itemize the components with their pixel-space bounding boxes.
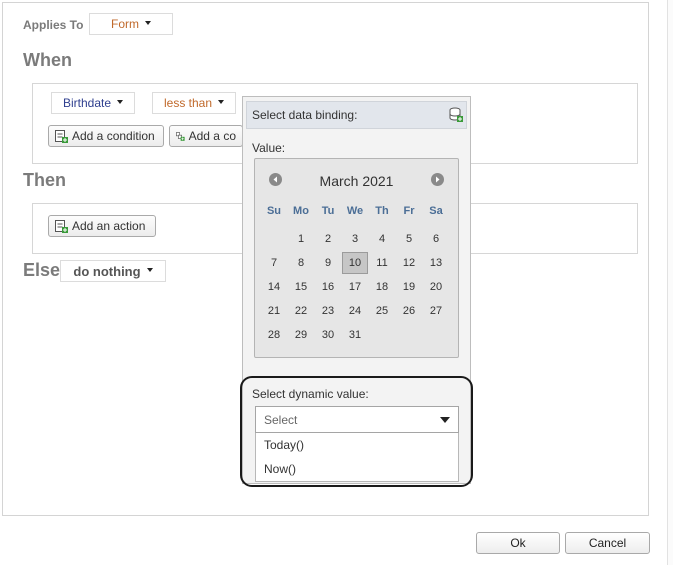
caret-down-icon [218,99,225,104]
dynamic-value-placeholder: Select [264,412,298,427]
caret-down-icon [145,20,151,25]
weekday-label: Th [375,205,389,217]
caret-down-icon [146,267,153,272]
else-heading: Else [23,260,61,280]
calendar-day[interactable]: 18 [369,276,395,298]
add-row-icon [55,219,68,233]
calendar-day[interactable]: 17 [342,276,368,298]
arrow-right-icon [436,176,440,183]
calendar-day[interactable]: 2 [315,228,341,250]
calendar-day[interactable]: 20 [423,276,449,298]
dynamic-value-label: Select dynamic value: [252,387,369,401]
add-action-label: Add an action [72,219,146,233]
condition-operator-dropdown[interactable]: less than [152,92,236,114]
window-edge [667,0,673,565]
weekday-label: We [346,205,364,217]
calendar-day [369,324,395,346]
calendar-day[interactable]: 4 [369,228,395,250]
dynamic-option-today[interactable]: Today() [256,433,458,457]
dynamic-option-now[interactable]: Now() [256,457,458,481]
calendar-day[interactable]: 25 [369,300,395,322]
calendar-day[interactable]: 19 [396,276,422,298]
cancel-button[interactable]: Cancel [565,532,650,554]
calendar-day[interactable]: 6 [423,228,449,250]
calendar-day[interactable]: 29 [288,324,314,346]
calendar-day[interactable]: 15 [288,276,314,298]
calendar-day[interactable]: 1 [288,228,314,250]
calendar-day[interactable]: 24 [342,300,368,322]
data-binding-label: Select data binding: [252,108,358,122]
calendar-day[interactable]: 21 [261,300,287,322]
add-condition-group-button[interactable]: Add a co [169,125,243,147]
weekday-label: Sa [429,205,443,217]
calendar-day[interactable]: 3 [342,228,368,250]
weekday-label: Fr [403,205,415,217]
calendar-day[interactable]: 16 [315,276,341,298]
when-heading: When [23,50,72,70]
calendar-days-grid: 1 2 3 4 5 6 7 8 9 10 11 12 13 14 15 16 1… [261,228,449,346]
weekday-label: Tu [321,205,335,217]
database-add-icon[interactable] [449,107,463,123]
ok-button[interactable]: Ok [476,532,560,554]
calendar-day[interactable]: 26 [396,300,422,322]
add-group-icon [176,131,185,141]
add-condition-label: Add a condition [72,129,155,143]
condition-operator-value: less than [163,96,213,110]
calendar-day[interactable]: 22 [288,300,314,322]
else-action-dropdown[interactable]: do nothing [60,260,166,282]
calendar-week-row: 21 22 23 24 25 26 27 [261,300,449,322]
next-month-button[interactable] [431,173,444,186]
calendar-day [423,324,449,346]
calendar-day[interactable]: 5 [396,228,422,250]
add-condition-group-label: Add a co [188,129,236,143]
calendar-day[interactable]: 14 [261,276,287,298]
value-label: Value: [252,141,286,155]
condition-field-dropdown[interactable]: Birthdate [51,92,135,114]
calendar-month-title: March 2021 [319,173,394,189]
weekday-header-row: Su Mo Tu We Th Fr Sa [261,205,449,217]
calendar-day[interactable]: 8 [288,252,314,274]
applies-to-value: Form [111,17,139,31]
calendar-day[interactable]: 12 [396,252,422,274]
dynamic-value-select[interactable]: Select [255,406,459,433]
calendar-week-row: 7 8 9 10 11 12 13 [261,252,449,274]
add-condition-button[interactable]: Add a condition [48,125,164,147]
calendar-day[interactable]: 30 [315,324,341,346]
calendar-day[interactable]: 28 [261,324,287,346]
else-action-value: do nothing [73,263,141,279]
then-heading: Then [23,170,66,190]
calendar-day[interactable]: 31 [342,324,368,346]
calendar-week-row: 1 2 3 4 5 6 [261,228,449,250]
calendar-day[interactable]: 9 [315,252,341,274]
weekday-label: Mo [293,205,309,217]
calendar-day[interactable]: 13 [423,252,449,274]
calendar-day [396,324,422,346]
calendar-day[interactable]: 7 [261,252,287,274]
applies-to-dropdown[interactable]: Form [89,13,173,35]
calendar-week-row: 14 15 16 17 18 19 20 [261,276,449,298]
calendar-day-selected[interactable]: 10 [342,252,368,274]
calendar-day[interactable]: 27 [423,300,449,322]
caret-down-icon [117,99,124,104]
calendar-day[interactable]: 11 [369,252,395,274]
add-row-icon [55,129,68,143]
add-action-button[interactable]: Add an action [48,215,156,237]
weekday-label: Su [266,205,282,217]
calendar-day[interactable]: 23 [315,300,341,322]
dynamic-value-options: Today() Now() [255,433,459,482]
condition-field-value: Birthdate [62,96,112,110]
calendar-day [261,228,287,250]
applies-to-label: Applies To [23,18,84,32]
caret-down-icon [440,416,450,423]
data-binding-header: Select data binding: [246,101,467,129]
calendar-week-row: 28 29 30 31 [261,324,449,346]
